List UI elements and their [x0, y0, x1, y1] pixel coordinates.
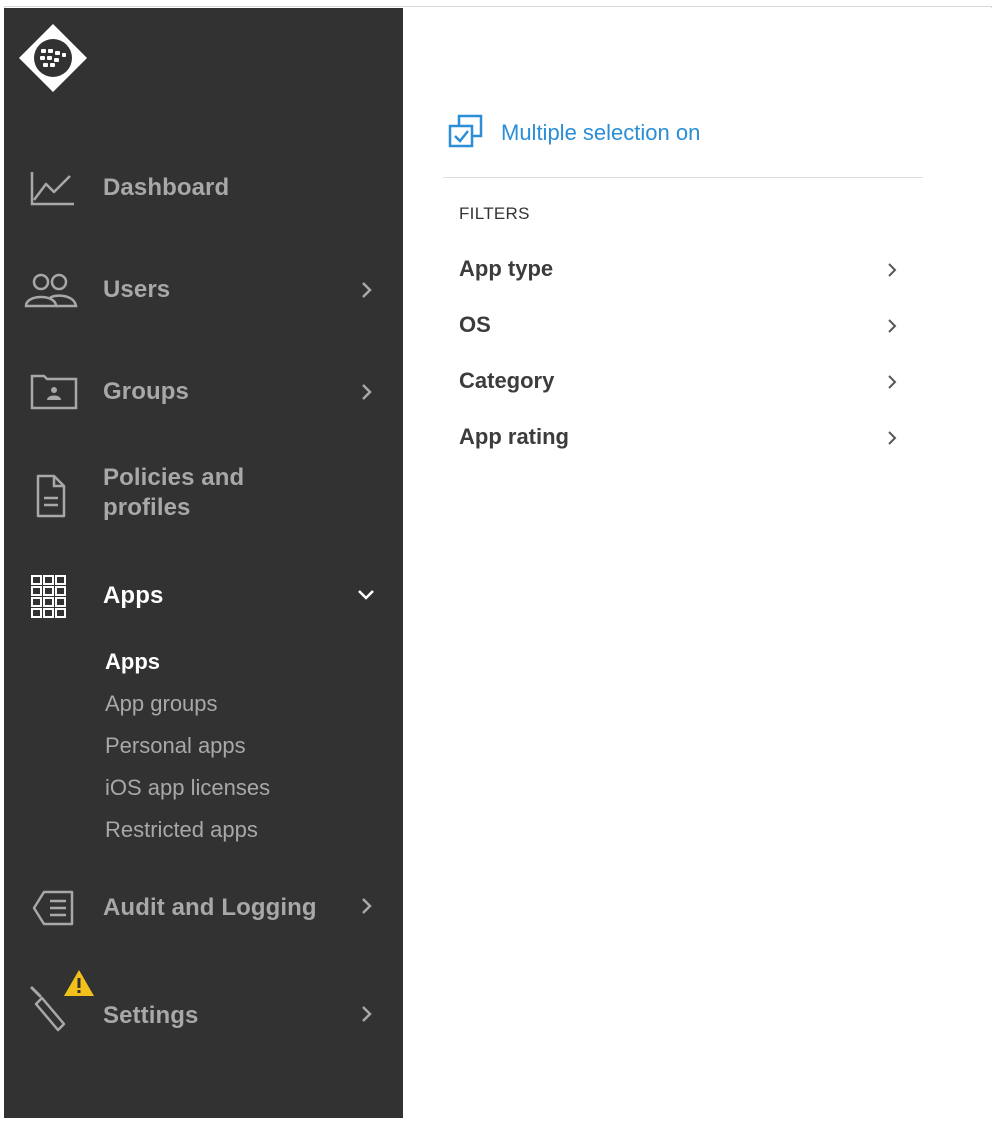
chevron-right-icon — [356, 280, 376, 300]
filter-label: App rating — [459, 424, 569, 449]
chevron-down-icon — [356, 584, 376, 604]
sidebar-item-groups[interactable]: Groups — [4, 362, 403, 422]
filter-app-type[interactable]: App type — [459, 250, 899, 290]
filter-label: Category — [459, 368, 555, 393]
chevron-right-icon — [356, 1004, 376, 1024]
audit-log-icon — [20, 882, 80, 932]
sidebar-item-audit-and-logging[interactable]: Audit and Logging — [4, 878, 403, 938]
blackberry-logo-icon[interactable] — [17, 22, 89, 100]
sidebar-item-label: Groups — [103, 378, 189, 405]
sidebar-item-apps[interactable]: Apps — [4, 566, 403, 626]
submenu-item-ios-app-licenses[interactable]: iOS app licenses — [105, 775, 270, 801]
submenu-item-restricted-apps[interactable]: Restricted apps — [105, 817, 258, 843]
sidebar-item-label: Policies and — [103, 464, 245, 491]
sidebar-item-label: Apps — [103, 582, 164, 609]
chevron-right-icon — [885, 262, 899, 278]
sidebar-item-label-line2: profiles — [103, 494, 191, 521]
warning-icon — [62, 968, 96, 998]
filter-os[interactable]: OS — [459, 306, 899, 346]
sidebar-item-settings[interactable]: Settings — [4, 962, 403, 1042]
sidebar-item-label: Dashboard — [103, 174, 230, 201]
sidebar-item-label: Audit and Logging — [103, 894, 317, 921]
chart-line-icon — [20, 164, 80, 214]
multi-select-icon — [447, 114, 485, 150]
apps-grid-icon — [20, 570, 80, 620]
filter-label: App type — [459, 256, 554, 281]
chevron-right-icon — [885, 430, 899, 446]
filters-heading: FILTERS — [459, 204, 530, 223]
sidebar-item-policies-and-profiles[interactable]: Policies and profiles — [4, 458, 403, 534]
filter-label: OS — [459, 312, 491, 337]
submenu-item-personal-apps[interactable]: Personal apps — [105, 733, 246, 759]
chevron-right-icon — [356, 896, 376, 916]
sidebar: Dashboard Users Groups Policies and prof… — [4, 8, 403, 1118]
chevron-right-icon — [885, 318, 899, 334]
document-icon — [20, 470, 80, 520]
sidebar-item-label: Users — [103, 276, 171, 303]
submenu-item-apps[interactable]: Apps — [105, 649, 160, 675]
sidebar-item-users[interactable]: Users — [4, 260, 403, 320]
sidebar-item-label: Settings — [103, 1002, 199, 1029]
filter-panel: Multiple selection on FILTERS App type O… — [403, 8, 992, 1118]
divider — [443, 177, 923, 178]
sidebar-item-dashboard[interactable]: Dashboard — [4, 160, 403, 220]
filter-app-rating[interactable]: App rating — [459, 418, 899, 458]
multiple-selection-label: Multiple selection on — [501, 120, 701, 145]
folder-user-icon — [20, 366, 80, 416]
submenu-item-app-groups[interactable]: App groups — [105, 691, 218, 717]
filter-category[interactable]: Category — [459, 362, 899, 402]
users-icon — [20, 264, 80, 314]
chevron-right-icon — [885, 374, 899, 390]
chevron-right-icon — [356, 382, 376, 402]
